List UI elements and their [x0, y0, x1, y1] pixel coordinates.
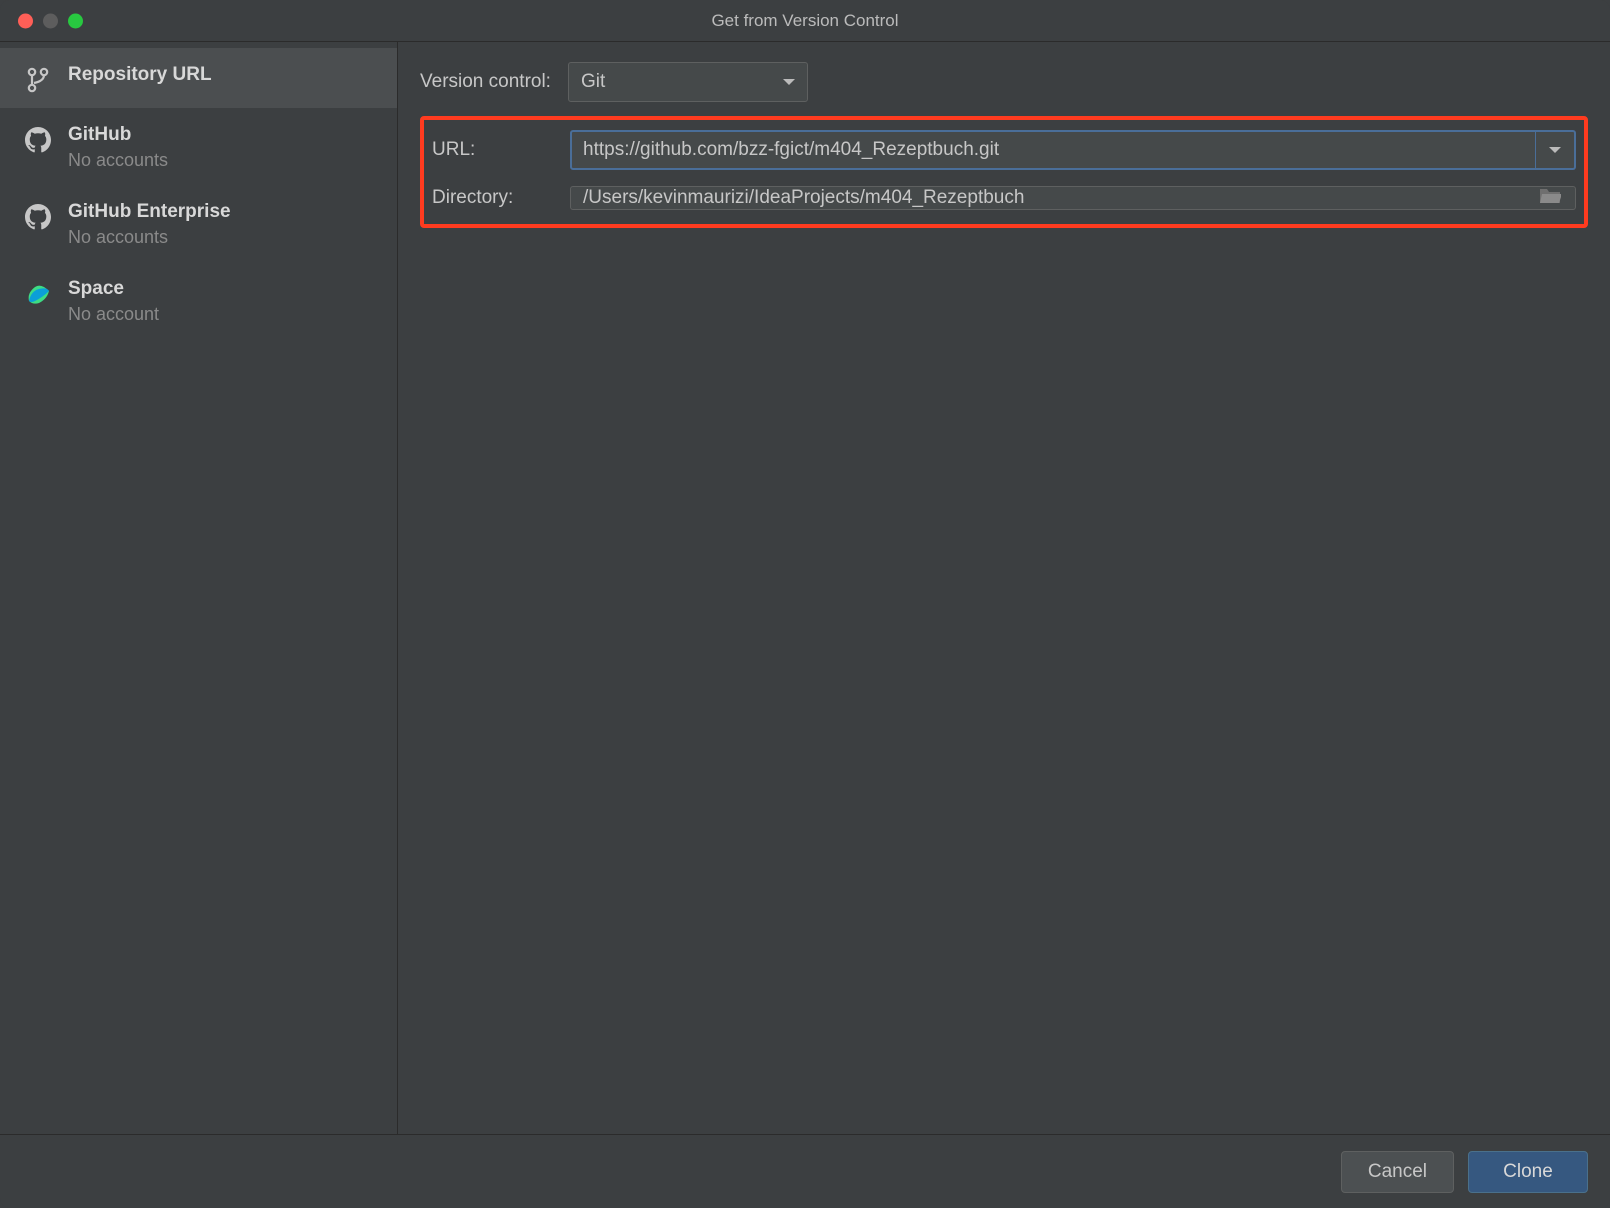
- vcs-clone-dialog: Get from Version Control Repository URL: [0, 0, 1610, 1208]
- browse-directory-button[interactable]: [1530, 186, 1570, 204]
- url-row: URL:: [432, 130, 1576, 170]
- branch-icon: [24, 66, 52, 94]
- version-control-select[interactable]: Git: [568, 62, 808, 102]
- sidebar-item-text: Space No account: [68, 278, 159, 325]
- sidebar-item-text: Repository URL: [68, 64, 212, 86]
- sidebar-item-label: GitHub Enterprise: [68, 201, 231, 223]
- version-control-value: Git: [581, 71, 605, 93]
- directory-label: Directory:: [432, 187, 570, 209]
- minimize-window-button[interactable]: [43, 13, 58, 28]
- url-history-dropdown[interactable]: [1536, 130, 1576, 170]
- github-icon: [24, 203, 52, 231]
- close-window-button[interactable]: [18, 13, 33, 28]
- chevron-down-icon: [783, 79, 795, 85]
- sidebar-item-label: Repository URL: [68, 64, 212, 86]
- sidebar-item-sublabel: No accounts: [68, 150, 168, 171]
- version-control-row: Version control: Git: [420, 62, 1588, 102]
- version-control-label: Version control:: [420, 71, 568, 93]
- sidebar: Repository URL GitHub No accounts: [0, 42, 398, 1134]
- titlebar: Get from Version Control: [0, 0, 1610, 42]
- github-icon: [24, 126, 52, 154]
- directory-input-wrap: [570, 186, 1576, 210]
- dialog-footer: Cancel Clone: [0, 1134, 1610, 1208]
- directory-input[interactable]: [570, 186, 1576, 210]
- sidebar-item-text: GitHub No accounts: [68, 124, 168, 171]
- url-input[interactable]: [570, 130, 1537, 170]
- window-controls: [18, 13, 83, 28]
- directory-row: Directory:: [432, 186, 1576, 210]
- sidebar-item-github[interactable]: GitHub No accounts: [0, 108, 397, 185]
- cancel-button[interactable]: Cancel: [1341, 1151, 1454, 1193]
- clone-button[interactable]: Clone: [1468, 1151, 1588, 1193]
- highlighted-fields: URL: Directory:: [420, 116, 1588, 228]
- main-panel: Version control: Git URL:: [398, 42, 1610, 1134]
- url-input-wrap: [570, 130, 1576, 170]
- sidebar-item-space[interactable]: Space No account: [0, 262, 397, 339]
- sidebar-item-sublabel: No account: [68, 304, 159, 325]
- sidebar-item-label: Space: [68, 278, 159, 300]
- sidebar-item-github-enterprise[interactable]: GitHub Enterprise No accounts: [0, 185, 397, 262]
- chevron-down-icon: [1549, 147, 1561, 153]
- sidebar-item-repository-url[interactable]: Repository URL: [0, 48, 397, 108]
- sidebar-item-label: GitHub: [68, 124, 168, 146]
- window-title: Get from Version Control: [0, 11, 1610, 31]
- space-icon: [24, 280, 52, 308]
- sidebar-item-sublabel: No accounts: [68, 227, 231, 248]
- dialog-content: Repository URL GitHub No accounts: [0, 42, 1610, 1134]
- sidebar-item-text: GitHub Enterprise No accounts: [68, 201, 231, 248]
- url-label: URL:: [432, 139, 570, 161]
- maximize-window-button[interactable]: [68, 13, 83, 28]
